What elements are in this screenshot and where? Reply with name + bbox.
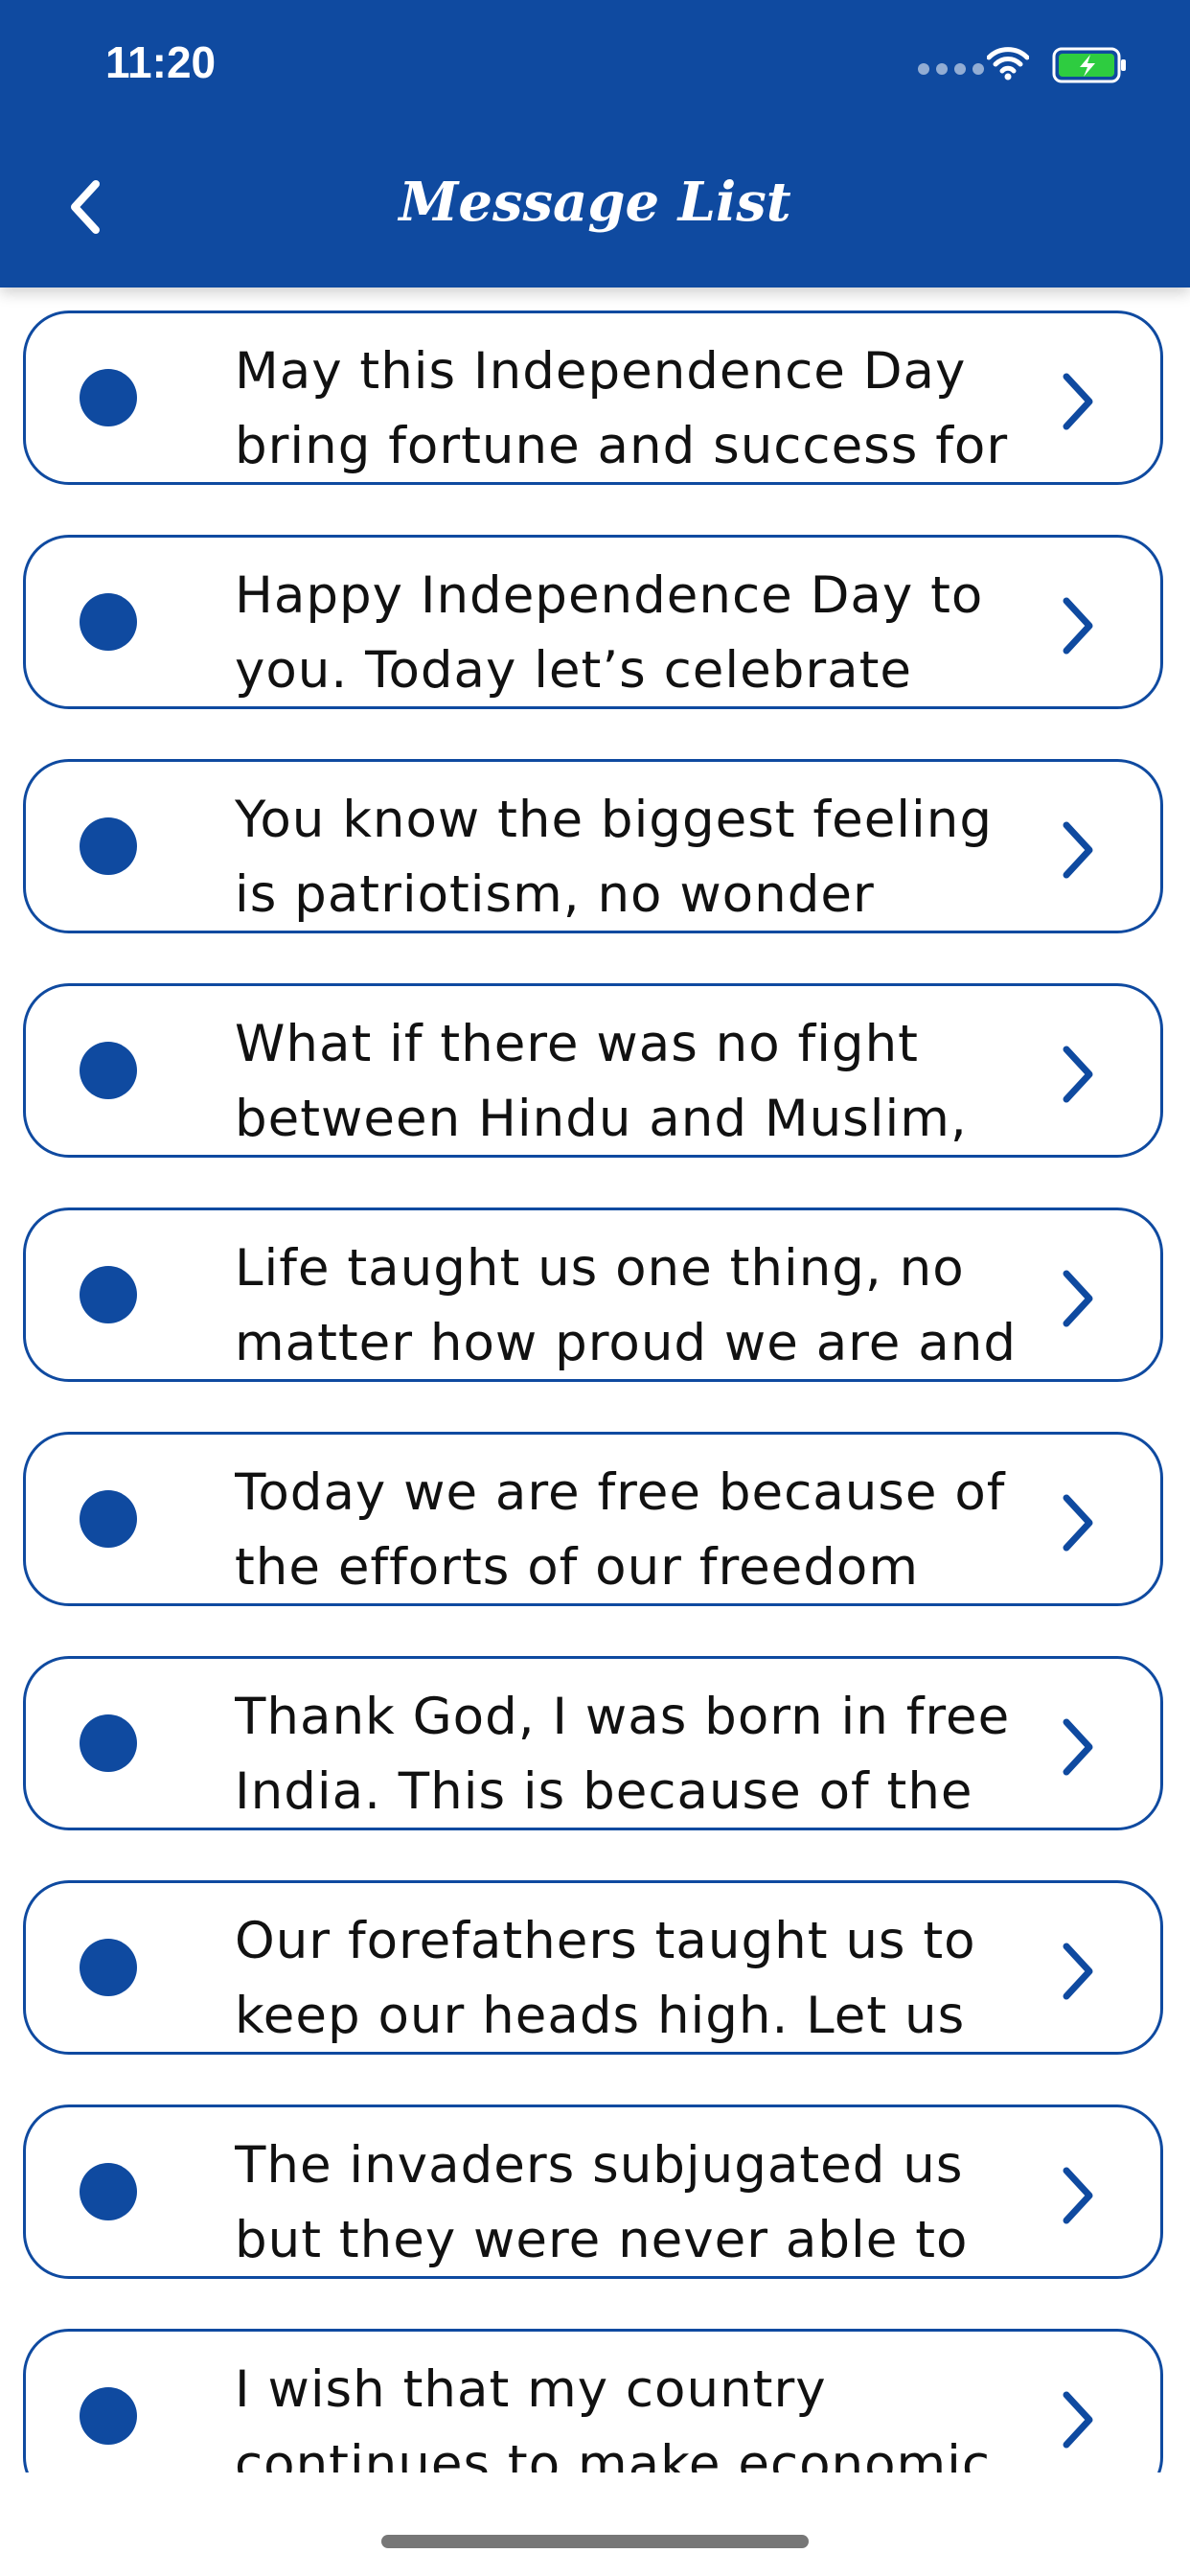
bullet-icon xyxy=(80,1042,137,1099)
message-preview: I wish that my country continues to make… xyxy=(235,2353,1030,2472)
message-line-2: India. This is because of the xyxy=(235,1762,973,1821)
chevron-right-icon xyxy=(1063,1718,1093,1776)
chevron-right-icon xyxy=(1063,2391,1093,2449)
message-preview: Life taught us one thing, no matter how … xyxy=(235,1231,1030,1381)
message-item[interactable]: Happy Independence Day to you. Today let… xyxy=(23,535,1163,709)
message-line-2: you. Today let’s celebrate xyxy=(235,641,913,700)
navigation-bar: 11:20 Message List xyxy=(0,0,1190,288)
message-preview: May this Independence Day bring fortune … xyxy=(235,334,1030,484)
bullet-icon xyxy=(80,817,137,875)
message-line-2: the efforts of our freedom xyxy=(235,1538,919,1597)
chevron-right-icon xyxy=(1063,1046,1093,1103)
message-line-2: between Hindu and Muslim, xyxy=(235,1090,968,1148)
message-line-1: Thank God, I was born in free xyxy=(235,1688,1011,1746)
chevron-right-icon xyxy=(1063,2167,1093,2224)
home-indicator[interactable] xyxy=(381,2535,809,2548)
message-line-2: is patriotism, no wonder xyxy=(235,865,875,924)
message-item[interactable]: What if there was no fight between Hindu… xyxy=(23,983,1163,1158)
bullet-icon xyxy=(80,2163,137,2220)
message-preview: What if there was no fight between Hindu… xyxy=(235,1007,1030,1157)
message-line-1: I wish that my country xyxy=(235,2360,827,2419)
message-line-1: Today we are free because of xyxy=(235,1463,1006,1522)
message-preview: Thank God, I was born in free India. Thi… xyxy=(235,1680,1030,1829)
chevron-right-icon xyxy=(1063,821,1093,879)
chevron-right-icon xyxy=(1063,1270,1093,1327)
message-preview: Our forefathers taught us to keep our he… xyxy=(235,1904,1030,2054)
chevron-right-icon xyxy=(1063,597,1093,655)
chevron-right-icon xyxy=(1063,1494,1093,1552)
message-line-2: but they were never able to xyxy=(235,2211,969,2269)
message-preview: You know the biggest feeling is patrioti… xyxy=(235,783,1030,932)
cellular-signal-icon xyxy=(918,63,984,75)
bullet-icon xyxy=(80,1266,137,1323)
message-item[interactable]: Our forefathers taught us to keep our he… xyxy=(23,1880,1163,2055)
bullet-icon xyxy=(80,1714,137,1772)
page-title: Message List xyxy=(399,171,791,234)
message-preview: Happy Independence Day to you. Today let… xyxy=(235,559,1030,708)
message-item[interactable]: I wish that my country continues to make… xyxy=(23,2329,1163,2472)
message-line-1: The invaders subjugated us xyxy=(235,2136,964,2195)
status-time: 11:20 xyxy=(105,37,217,87)
message-line-1: Life taught us one thing, no xyxy=(235,1239,965,1298)
message-line-1: Our forefathers taught us to xyxy=(235,1912,976,1970)
bullet-icon xyxy=(80,2387,137,2445)
bullet-icon xyxy=(80,593,137,651)
message-item[interactable]: Thank God, I was born in free India. Thi… xyxy=(23,1656,1163,1830)
message-line-2: continues to make economic xyxy=(235,2435,992,2472)
bullet-icon xyxy=(80,369,137,426)
battery-charging-icon xyxy=(1052,47,1126,83)
message-preview: Today we are free because of the efforts… xyxy=(235,1456,1030,1605)
message-line-2: bring fortune and success for xyxy=(235,417,1009,475)
message-line-1: What if there was no fight xyxy=(235,1015,919,1073)
message-line-2: matter how proud we are and xyxy=(235,1314,1017,1372)
message-line-1: Happy Independence Day to xyxy=(235,566,984,625)
bullet-icon xyxy=(80,1939,137,1996)
message-item[interactable]: You know the biggest feeling is patrioti… xyxy=(23,759,1163,933)
wifi-icon xyxy=(987,47,1029,80)
message-item[interactable]: Today we are free because of the efforts… xyxy=(23,1432,1163,1606)
message-item[interactable]: May this Independence Day bring fortune … xyxy=(23,310,1163,485)
message-line-1: You know the biggest feeling xyxy=(235,791,993,849)
message-line-1: May this Independence Day xyxy=(235,342,967,401)
message-line-2: keep our heads high. Let us xyxy=(235,1987,966,2045)
message-list[interactable]: May this Independence Day bring fortune … xyxy=(0,288,1190,2472)
chevron-right-icon xyxy=(1063,373,1093,430)
message-item[interactable]: The invaders subjugated us but they were… xyxy=(23,2104,1163,2279)
message-preview: The invaders subjugated us but they were… xyxy=(235,2128,1030,2278)
chevron-right-icon xyxy=(1063,1943,1093,2000)
bullet-icon xyxy=(80,1490,137,1548)
message-item[interactable]: Life taught us one thing, no matter how … xyxy=(23,1208,1163,1382)
